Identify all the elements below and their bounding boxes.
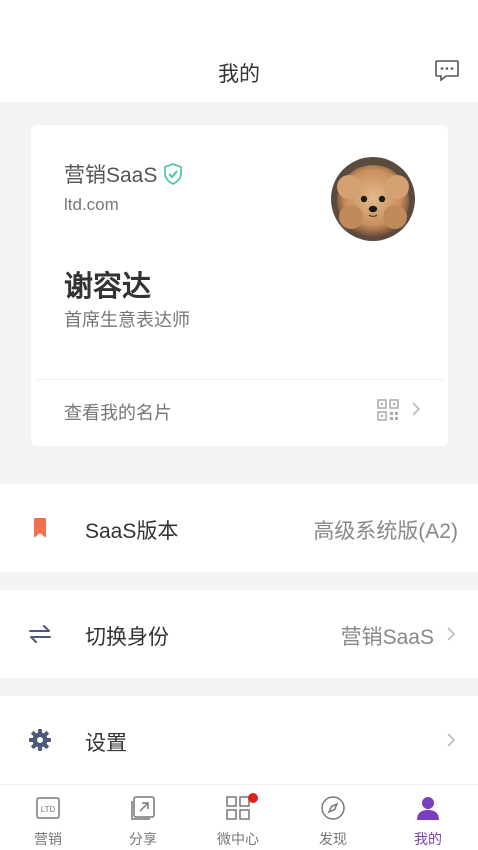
avatar[interactable]	[331, 157, 415, 241]
verified-icon	[164, 163, 183, 185]
top-header: 我的	[0, 0, 478, 102]
gear-icon	[29, 729, 51, 751]
svg-text:LTD: LTD	[41, 805, 56, 814]
tab-label: 我的	[414, 831, 442, 847]
tab-marketing[interactable]: LTD 营销	[0, 785, 96, 850]
profile-card[interactable]: 营销SaaS ltd.com 谢容达 首席生意表达师 查看我的名片	[31, 125, 448, 446]
settings-label: 设置	[85, 732, 127, 755]
company-domain: ltd.com	[64, 195, 119, 214]
message-icon[interactable]	[434, 59, 460, 83]
share-icon	[131, 796, 155, 820]
qrcode-icon[interactable]	[377, 399, 399, 421]
chevron-right-icon	[447, 733, 456, 747]
chevron-right-icon	[412, 402, 421, 416]
user-title: 首席生意表达师	[64, 310, 190, 330]
saas-version-label: SaaS版本	[85, 520, 179, 543]
tab-mine[interactable]: 我的	[380, 785, 476, 850]
saas-version-row[interactable]: SaaS版本 高级系统版(A2)	[0, 484, 478, 572]
tab-label: 微中心	[217, 831, 259, 847]
tab-label: 发现	[319, 831, 347, 847]
page-title: 我的	[218, 63, 260, 86]
notification-badge	[248, 793, 258, 803]
compass-icon	[321, 796, 345, 820]
saas-version-value: 高级系统版(A2)	[313, 520, 458, 543]
tab-label: 分享	[129, 831, 157, 847]
tab-share[interactable]: 分享	[95, 785, 191, 850]
card-divider	[36, 379, 443, 380]
settings-row[interactable]: 设置	[0, 696, 478, 784]
view-card-link[interactable]: 查看我的名片	[64, 399, 172, 425]
switch-icon	[29, 625, 51, 643]
tab-label: 营销	[34, 831, 62, 847]
company-name: 营销SaaS	[64, 159, 183, 189]
chevron-right-icon	[447, 627, 456, 641]
user-icon	[417, 797, 439, 820]
tab-micro-center[interactable]: 微中心	[190, 785, 286, 850]
switch-identity-row[interactable]: 切换身份 营销SaaS	[0, 590, 478, 678]
tab-discover[interactable]: 发现	[285, 785, 381, 850]
company-label: 营销SaaS	[64, 164, 158, 187]
switch-identity-value: 营销SaaS	[340, 626, 434, 649]
bottom-tab-bar: LTD 营销 分享 微中心 发现 我的	[0, 784, 478, 850]
switch-identity-label: 切换身份	[85, 626, 169, 649]
ltd-icon: LTD	[36, 797, 60, 819]
bookmark-icon	[34, 518, 46, 538]
user-name: 谢容达	[64, 271, 152, 303]
